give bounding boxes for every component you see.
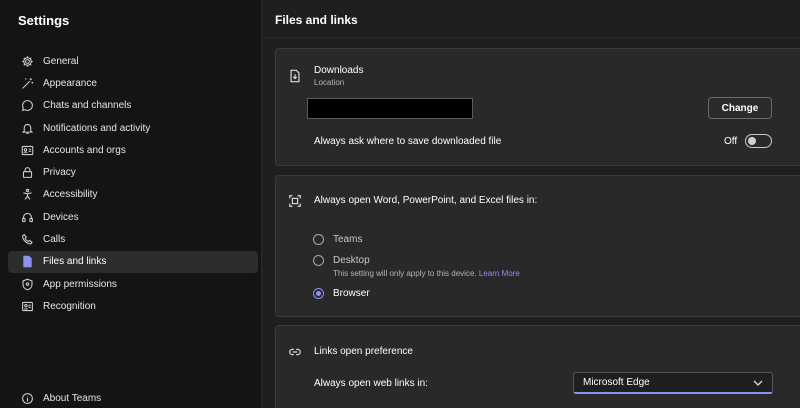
sidebar-item-label: Chats and channels [43,100,132,112]
radio-option-desktop[interactable]: Desktop This setting will only apply to … [313,255,520,278]
browser-select[interactable]: Microsoft Edge [573,372,773,394]
chevron-down-icon [753,379,763,387]
sidebar-item-label: Devices [43,211,79,223]
lock-icon [20,166,34,180]
headset-icon [20,210,34,224]
sidebar-item-label: Calls [43,234,66,246]
magic-wand-icon [20,76,34,90]
sidebar-item-about-teams[interactable]: About Teams [8,388,258,408]
radio-label: Teams [333,234,363,245]
toggle-state-label: Off [724,136,738,147]
browser-select-value: Microsoft Edge [583,377,650,388]
radio-button[interactable] [313,255,324,266]
downloads-card: Downloads Location Change Always ask whe… [275,48,800,166]
sidebar-item-notifications[interactable]: Notifications and activity [8,117,258,139]
download-location-field [307,98,473,119]
sidebar-item-accessibility[interactable]: Accessibility [8,184,258,206]
id-card-icon [20,143,34,157]
info-icon [20,391,34,405]
link-icon [288,345,302,359]
sidebar-item-label: Appearance [43,77,97,89]
sidebar-item-label: Accounts and orgs [43,144,126,156]
sidebar-item-label: General [43,55,79,67]
chat-icon [20,99,34,113]
sidebar-item-label: Accessibility [43,189,98,201]
page-title: Files and links [275,13,358,27]
sidebar-item-calls[interactable]: Calls [8,228,258,250]
download-file-icon [288,69,302,83]
gear-icon [20,54,34,68]
sidebar-item-general[interactable]: General [8,50,258,72]
open-app-icon [288,194,302,208]
radio-option-browser[interactable]: Browser [313,288,370,299]
downloads-title: Downloads [314,65,364,76]
links-open-label: Always open web links in: [314,378,428,389]
links-title: Links open preference [314,346,413,357]
radio-button[interactable] [313,234,324,245]
change-button[interactable]: Change [708,97,772,119]
sidebar-item-label: Privacy [43,167,76,179]
page-header: Files and links [262,0,800,38]
sidebar-item-devices[interactable]: Devices [8,206,258,228]
sidebar-title: Settings [18,13,70,28]
radio-button-checked[interactable] [313,288,324,299]
settings-nav: General Appearance Chats and channels No… [8,50,258,318]
downloads-subtitle: Location [314,78,345,87]
sidebar-item-label: Notifications and activity [43,122,151,134]
recognition-icon [20,299,34,313]
open-files-title: Always open Word, PowerPoint, and Excel … [314,195,538,206]
radio-label: Desktop [333,255,370,266]
document-icon [20,255,34,269]
always-ask-label: Always ask where to save downloaded file [314,136,502,147]
learn-more-link[interactable]: Learn More [479,269,520,278]
phone-icon [20,233,34,247]
sidebar-item-app-permissions[interactable]: App permissions [8,273,258,295]
sidebar-item-chats[interactable]: Chats and channels [8,95,258,117]
open-files-card: Always open Word, PowerPoint, and Excel … [275,175,800,317]
settings-sidebar: Settings General Appearance Chats and ch… [0,0,262,408]
sidebar-item-label: Files and links [43,256,107,268]
radio-option-teams[interactable]: Teams [313,234,362,245]
toggle-knob [748,137,756,145]
sidebar-item-appearance[interactable]: Appearance [8,72,258,94]
radio-label: Browser [333,288,370,299]
main-panel: Files and links Downloads Location Chang… [262,0,800,408]
sidebar-item-label: Recognition [43,300,96,312]
sidebar-item-files-and-links[interactable]: Files and links [8,250,258,273]
shield-icon [20,277,34,291]
desktop-note: This setting will only apply to this dev… [333,269,520,278]
bell-icon [20,121,34,135]
accessibility-icon [20,188,34,202]
sidebar-item-recognition[interactable]: Recognition [8,295,258,317]
sidebar-item-privacy[interactable]: Privacy [8,161,258,183]
sidebar-item-label: App permissions [43,278,117,290]
sidebar-item-accounts[interactable]: Accounts and orgs [8,139,258,161]
desktop-note-text: This setting will only apply to this dev… [333,269,477,278]
links-card: Links open preference Always open web li… [275,325,800,408]
sidebar-item-label: About Teams [43,392,102,404]
always-ask-toggle[interactable] [745,134,772,148]
